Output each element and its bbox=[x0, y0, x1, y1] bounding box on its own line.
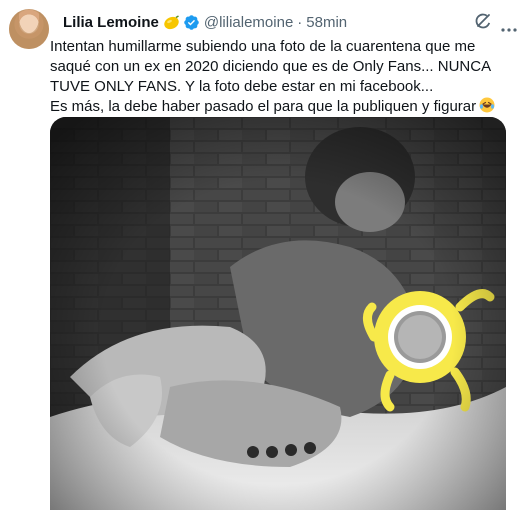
tweet-text-paragraph-1: Intentan humillarme subiendo una foto de… bbox=[50, 38, 491, 95]
separator-dot: · bbox=[297, 13, 303, 31]
tweet-text-paragraph-2-text: Es más, la debe haber pasado el para que… bbox=[50, 98, 477, 115]
tweet-timestamp[interactable]: 58min bbox=[306, 14, 347, 31]
tweet-text: Intentan humillarme subiendo una foto de… bbox=[50, 37, 518, 117]
author-handle[interactable]: @lilialemoine bbox=[204, 14, 293, 31]
more-options-icon[interactable] bbox=[501, 19, 517, 32]
tweet[interactable]: Lilia Lemoine @lilialemoine · 58min Inte… bbox=[0, 0, 522, 510]
verified-badge-icon[interactable] bbox=[183, 14, 200, 31]
author-name[interactable]: Lilia Lemoine bbox=[63, 14, 159, 31]
author-avatar[interactable] bbox=[9, 9, 49, 49]
tweet-media-photo[interactable] bbox=[50, 117, 506, 510]
tweet-header: Lilia Lemoine @lilialemoine · 58min bbox=[63, 12, 347, 32]
lemon-emoji-icon bbox=[163, 14, 180, 31]
grok-icon[interactable] bbox=[474, 12, 492, 30]
tweet-text-paragraph-2: Es más, la debe haber pasado el para que… bbox=[50, 97, 518, 117]
rolling-laughing-emoji-icon bbox=[479, 97, 495, 113]
